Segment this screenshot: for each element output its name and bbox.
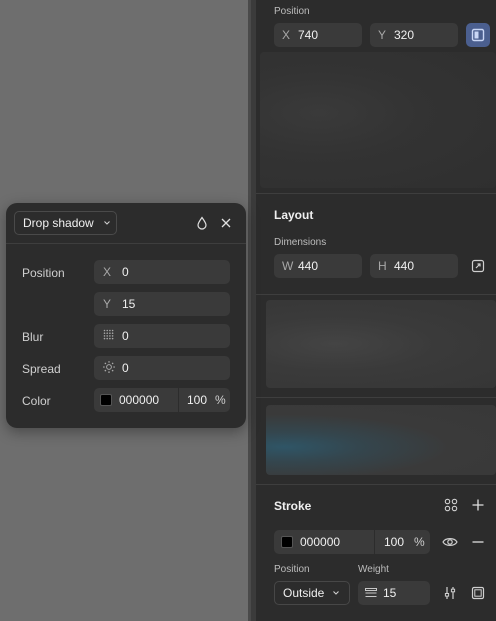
effect-settings-popup: Drop shadow Position X 0 Y 15 Blur 0 Spr… [6, 203, 246, 428]
border-sides-icon [471, 586, 485, 600]
stroke-sides-button[interactable] [466, 581, 490, 605]
width-field[interactable]: W 440 [274, 254, 362, 278]
stroke-title: Stroke [274, 499, 312, 513]
add-stroke-button[interactable] [466, 493, 490, 517]
height-field[interactable]: H 440 [370, 254, 458, 278]
stroke-settings-button[interactable] [438, 581, 462, 605]
layout-title: Layout [274, 208, 314, 222]
close-popup-button[interactable] [214, 211, 238, 235]
shadow-opacity-unit: % [215, 393, 226, 407]
blurred-section [266, 300, 496, 388]
resize-to-fit-icon [471, 259, 485, 273]
stroke-position-value: Outside [283, 586, 325, 600]
stroke-color-field[interactable]: 000000 100 % [274, 530, 430, 554]
blurred-section [260, 52, 496, 188]
stroke-visibility-button[interactable] [438, 530, 462, 554]
close-icon [221, 218, 231, 228]
h-value: 440 [394, 259, 415, 273]
frame-constraint-icon [471, 28, 485, 42]
w-prefix: W [282, 259, 294, 273]
spread-label: Spread [22, 362, 61, 376]
shadow-color-swatch[interactable] [100, 394, 112, 406]
remove-stroke-button[interactable] [466, 530, 490, 554]
constraint-button[interactable] [466, 23, 490, 47]
stroke-opacity-value: 100 [384, 535, 405, 549]
h-prefix: H [378, 259, 387, 273]
shadow-opacity-value: 100 [187, 393, 208, 407]
stroke-color-value: 000000 [300, 535, 341, 549]
position-x-field[interactable]: X 740 [274, 23, 362, 47]
styles-grid-icon [444, 498, 458, 512]
position-label: Position [274, 6, 310, 17]
drop-icon [197, 216, 207, 230]
stroke-opacity-unit: % [414, 535, 425, 549]
section-divider [256, 294, 496, 295]
dimensions-label: Dimensions [274, 237, 327, 248]
minus-icon [472, 541, 484, 543]
stroke-weight-field[interactable]: 15 [358, 581, 430, 605]
y-value: 320 [394, 28, 415, 42]
blur-label: Blur [22, 330, 44, 344]
shadow-position-label: Position [22, 266, 65, 280]
x-value: 740 [298, 28, 319, 42]
effect-type-value: Drop shadow [23, 216, 94, 230]
shadow-x-value: 0 [122, 265, 129, 279]
y-prefix: Y [378, 28, 387, 42]
section-divider [256, 193, 496, 194]
blur-value: 0 [122, 329, 129, 343]
plus-icon [472, 499, 484, 511]
resize-to-fit-button[interactable] [466, 254, 490, 278]
blur-icon [103, 329, 121, 343]
chevron-down-icon [333, 591, 340, 595]
effect-blend-button[interactable] [190, 211, 214, 235]
x-prefix: X [282, 28, 291, 42]
shadow-y-value: 15 [122, 297, 136, 311]
shadow-color-label: Color [22, 394, 51, 408]
field-separator [374, 530, 375, 554]
shadow-y-field[interactable]: Y 15 [94, 292, 230, 316]
y-prefix: Y [103, 297, 112, 311]
blurred-section [266, 405, 496, 475]
sliders-icon [444, 587, 456, 599]
section-divider [256, 397, 496, 398]
chevron-down-icon [103, 221, 110, 225]
blur-field[interactable]: 0 [94, 324, 230, 348]
spread-field[interactable]: 0 [94, 356, 230, 380]
popup-divider [6, 243, 246, 244]
stroke-position-select[interactable]: Outside [274, 581, 350, 605]
stroke-styles-button[interactable] [439, 493, 463, 517]
spread-value: 0 [122, 361, 129, 375]
stroke-weight-label: Weight [358, 564, 389, 575]
stroke-color-swatch[interactable] [281, 536, 293, 548]
shadow-color-value: 000000 [119, 393, 160, 407]
shadow-x-field[interactable]: X 0 [94, 260, 230, 284]
stroke-weight-value: 15 [383, 586, 397, 600]
w-value: 440 [298, 259, 319, 273]
shadow-color-field[interactable]: 000000 100 % [94, 388, 230, 412]
effect-type-select[interactable]: Drop shadow [14, 211, 117, 235]
stroke-position-label: Position [274, 564, 310, 575]
eye-icon [442, 538, 458, 546]
stroke-weight-icon [365, 588, 377, 597]
position-y-field[interactable]: Y 320 [370, 23, 458, 47]
spread-icon [103, 360, 121, 376]
section-divider [256, 484, 496, 485]
x-prefix: X [103, 265, 112, 279]
field-separator [178, 388, 179, 412]
